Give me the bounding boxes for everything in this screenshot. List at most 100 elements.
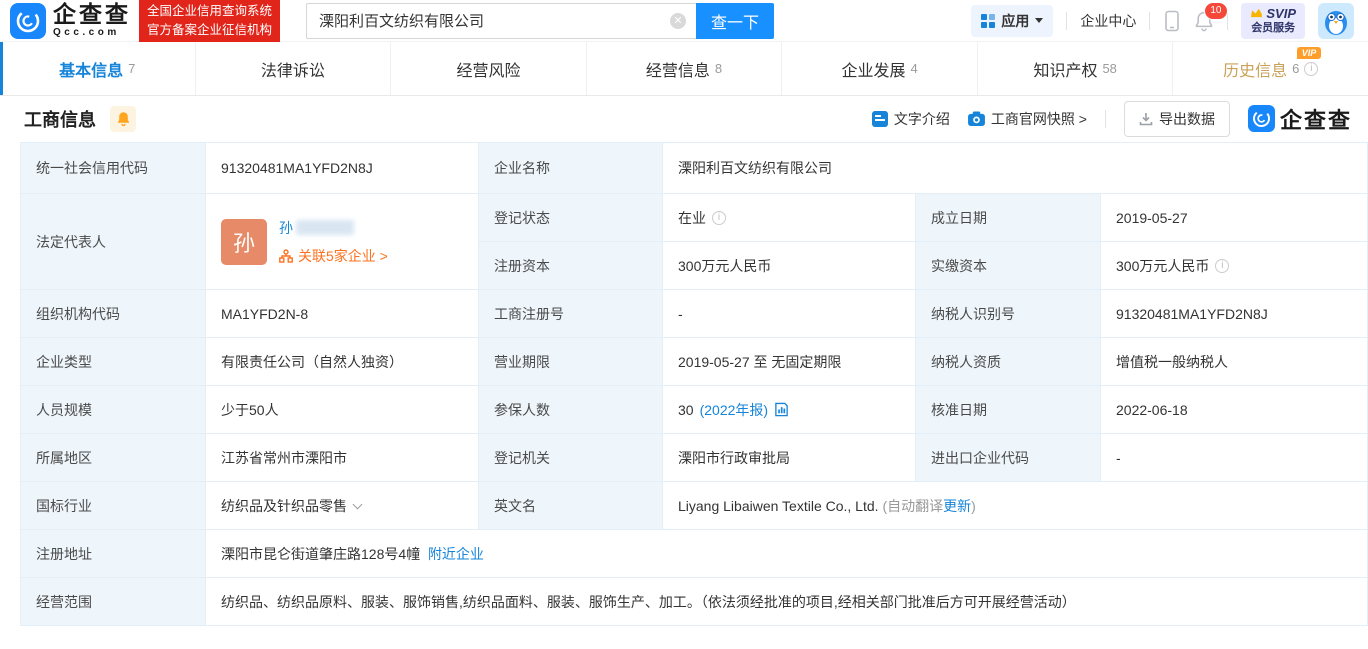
business-registration-table: 统一社会信用代码 91320481MA1YFD2N8J 企业名称 溧阳利百文纺织… (20, 142, 1368, 626)
business-scope-label: 经营范围 (21, 578, 206, 626)
badge-line1: 全国企业信用查询系统 (147, 2, 272, 20)
tab-intellectual-property[interactable]: 知识产权 58 (978, 42, 1174, 95)
english-name-label: 英文名 (479, 482, 663, 530)
legal-rep-avatar[interactable]: 孙 (221, 219, 267, 265)
search-bar: ✕ 查一下 (306, 3, 774, 39)
tab-basic-info[interactable]: 基本信息 7 (0, 42, 196, 95)
table-row: 人员规模 少于50人 参保人数 30 (2022年报) 核准日期 2022-06… (21, 386, 1368, 434)
related-companies-icon (279, 249, 293, 263)
annual-report-link[interactable]: (2022年报) (700, 400, 768, 420)
svip-membership-button[interactable]: SVIP 会员服务 (1241, 3, 1305, 39)
registry-value: 溧阳市行政审批局 (663, 434, 916, 482)
address-label: 注册地址 (21, 530, 206, 578)
address-value: 溧阳市昆仑街道肇庄路128号4幢 (221, 546, 420, 562)
approval-date-label: 核准日期 (916, 386, 1101, 434)
penguin-mascot-icon (1321, 6, 1351, 36)
company-type-value: 有限责任公司（自然人独资） (206, 338, 479, 386)
legal-rep-name-link[interactable]: 孙 (279, 218, 293, 238)
text-intro-button[interactable]: 文字介绍 (872, 109, 950, 129)
table-row: 统一社会信用代码 91320481MA1YFD2N8J 企业名称 溧阳利百文纺织… (21, 143, 1368, 194)
info-icon[interactable]: i (1215, 259, 1229, 273)
apps-menu[interactable]: 应用 (971, 5, 1053, 37)
tab-operating-risk[interactable]: 经营风险 (391, 42, 587, 95)
staff-size-value: 少于50人 (206, 386, 479, 434)
region-value: 江苏省常州市溧阳市 (206, 434, 479, 482)
tab-label: 基本信息 (59, 57, 123, 81)
clear-search-icon[interactable]: ✕ (670, 13, 686, 29)
tab-label: 历史信息 (1223, 57, 1287, 81)
industry-value: 纺织品及针织品零售 (221, 498, 347, 514)
search-input[interactable] (306, 3, 696, 39)
svip-label: SVIP (1266, 6, 1296, 22)
insured-cell: 30 (2022年报) (663, 386, 916, 434)
export-label: 导出数据 (1159, 109, 1215, 129)
tab-history-info[interactable]: VIP 历史信息 6 i (1173, 42, 1368, 95)
import-export-value: - (1101, 434, 1368, 482)
region-label: 所属地区 (21, 434, 206, 482)
enterprise-center-link[interactable]: 企业中心 (1080, 11, 1136, 31)
status-value: 在业 (678, 208, 706, 228)
established-label: 成立日期 (916, 194, 1101, 242)
brand-name: 企查查 (53, 3, 131, 26)
notifications-button[interactable]: 10 (1194, 10, 1214, 32)
qcc-watermark-text: 企查查 (1280, 103, 1352, 135)
user-avatar[interactable] (1318, 3, 1354, 39)
mobile-app-button[interactable] (1163, 10, 1181, 32)
chart-icon[interactable] (774, 402, 789, 417)
info-icon[interactable]: i (712, 211, 726, 225)
staff-size-label: 人员规模 (21, 386, 206, 434)
established-value: 2019-05-27 (1101, 194, 1368, 242)
tab-legal-litigation[interactable]: 法律诉讼 (196, 42, 392, 95)
business-info-section-header: 工商信息 文字介绍 (0, 96, 1368, 141)
tab-count: 4 (910, 61, 917, 76)
monitor-bell-button[interactable] (110, 106, 136, 132)
text-intro-label: 文字介绍 (894, 109, 950, 129)
table-row: 所属地区 江苏省常州市溧阳市 登记机关 溧阳市行政审批局 进出口企业代码 - (21, 434, 1368, 482)
qcc-logo-icon (1248, 105, 1275, 132)
business-term-label: 营业期限 (479, 338, 663, 386)
reg-no-value: - (663, 290, 916, 338)
badge-line2: 官方备案企业征信机构 (147, 21, 272, 39)
paid-capital-label: 实缴资本 (916, 242, 1101, 290)
company-name-value: 溧阳利百文纺织有限公司 (663, 143, 1368, 194)
notification-count-badge: 10 (1204, 2, 1227, 20)
nearby-companies-link[interactable]: 附近企业 (428, 546, 484, 562)
tab-label: 经营信息 (646, 57, 710, 81)
qcc-watermark-logo: 企查查 (1248, 103, 1352, 135)
org-code-value: MA1YFD2N-8 (206, 290, 479, 338)
crown-icon (1250, 8, 1263, 19)
registry-label: 登记机关 (479, 434, 663, 482)
translate-update-link[interactable]: 更新 (943, 498, 971, 514)
tab-company-development[interactable]: 企业发展 4 (782, 42, 978, 95)
tab-count: 58 (1102, 61, 1116, 76)
company-name-label: 企业名称 (479, 143, 663, 194)
qcc-logo[interactable]: 企查查 Qcc.com (10, 3, 131, 39)
table-row: 注册地址 溧阳市昆仑街道肇庄路128号4幢 附近企业 (21, 530, 1368, 578)
credit-code-label: 统一社会信用代码 (21, 143, 206, 194)
import-export-label: 进出口企业代码 (916, 434, 1101, 482)
export-data-button[interactable]: 导出数据 (1124, 101, 1230, 137)
reg-capital-value: 300万元人民币 (663, 242, 916, 290)
reg-no-label: 工商注册号 (479, 290, 663, 338)
table-row: 企业类型 有限责任公司（自然人独资） 营业期限 2019-05-27 至 无固定… (21, 338, 1368, 386)
document-icon (872, 111, 888, 127)
search-button[interactable]: 查一下 (696, 3, 774, 39)
org-code-label: 组织机构代码 (21, 290, 206, 338)
brand-domain: Qcc.com (53, 28, 131, 38)
apps-label: 应用 (1001, 11, 1029, 31)
status-cell: 在业 i (663, 194, 916, 242)
status-label: 登记状态 (479, 194, 663, 242)
section-title: 工商信息 (24, 106, 96, 132)
table-row: 组织机构代码 MA1YFD2N-8 工商注册号 - 纳税人识别号 9132048… (21, 290, 1368, 338)
table-row: 国标行业 纺织品及针织品零售 英文名 Liyang Libaiwen Texti… (21, 482, 1368, 530)
redacted-name-blur (296, 220, 354, 235)
tab-count: 7 (128, 61, 135, 76)
table-row: 法定代表人 孙 孙 (21, 194, 1368, 242)
official-snapshot-link[interactable]: 工商官网快照 > (968, 109, 1087, 129)
address-cell: 溧阳市昆仑街道肇庄路128号4幢 附近企业 (206, 530, 1368, 578)
chevron-down-icon[interactable] (353, 499, 363, 509)
related-companies-link[interactable]: 关联5家企业 > (298, 246, 388, 266)
tab-operating-info[interactable]: 经营信息 8 (587, 42, 783, 95)
info-icon[interactable]: i (1304, 62, 1318, 76)
tab-label: 知识产权 (1033, 57, 1097, 81)
